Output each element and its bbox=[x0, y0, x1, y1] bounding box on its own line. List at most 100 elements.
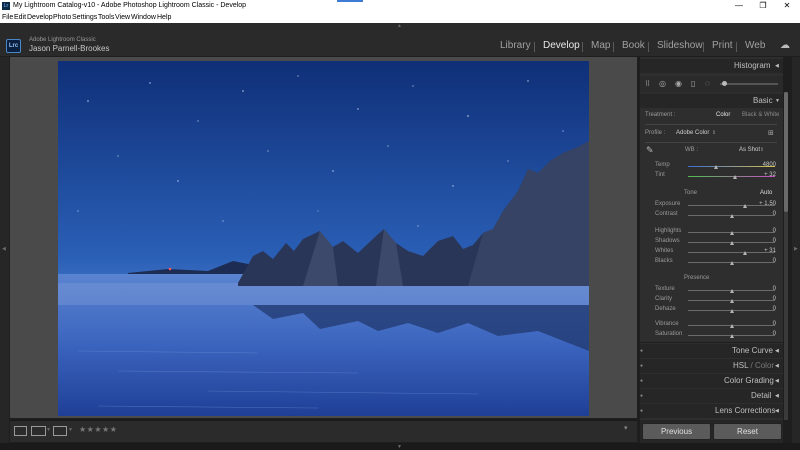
slider-knob[interactable] bbox=[729, 324, 734, 328]
loupe-view-icon[interactable] bbox=[14, 426, 27, 436]
lens-corrections-switch-icon[interactable]: ● bbox=[640, 408, 643, 414]
wb-dropdown[interactable]: As Shot bbox=[739, 147, 760, 153]
wb-arrows-icon[interactable]: ⇕ bbox=[760, 147, 764, 153]
color-grading-expand-icon[interactable]: ◀ bbox=[775, 378, 779, 384]
previous-button[interactable]: Previous bbox=[642, 423, 711, 440]
grid-tool-icon[interactable]: ⠿ bbox=[645, 80, 650, 88]
slider-knob[interactable] bbox=[729, 334, 734, 338]
slider-label: Tint bbox=[655, 172, 665, 178]
module-web[interactable]: Web bbox=[745, 40, 765, 51]
tool-slider-knob[interactable] bbox=[722, 81, 727, 86]
red-eye-icon[interactable]: ▯ bbox=[691, 79, 695, 88]
slider-knob[interactable] bbox=[729, 214, 734, 218]
toolbar-menu-icon[interactable]: ▾ bbox=[624, 424, 628, 432]
slider-value[interactable]: 0 bbox=[756, 321, 776, 327]
divider bbox=[645, 124, 777, 125]
spot-removal-icon[interactable]: ◉ bbox=[675, 79, 682, 88]
profile-arrows-icon[interactable]: ⇕ bbox=[712, 130, 716, 136]
auto-tone-button[interactable]: Auto bbox=[760, 190, 772, 196]
lens-corrections-expand-icon[interactable]: ◀ bbox=[775, 408, 779, 414]
module-library[interactable]: Library bbox=[500, 40, 531, 51]
window-title: My Lightroom Catalog-v10 - Adobe Photosh… bbox=[13, 2, 247, 9]
slider-value[interactable]: 0 bbox=[756, 306, 776, 312]
slider-knob[interactable] bbox=[713, 165, 718, 169]
menu-file[interactable]: File bbox=[2, 12, 13, 23]
before-after-view-icon[interactable] bbox=[31, 426, 46, 436]
module-develop[interactable]: Develop bbox=[543, 40, 580, 51]
slider-value[interactable]: 0 bbox=[756, 211, 776, 217]
slider-label: Exposure bbox=[655, 201, 681, 207]
top-panel-toggle-icon[interactable]: ▲ bbox=[397, 23, 402, 29]
view-dropdown-icon[interactable]: ▼ bbox=[46, 427, 51, 433]
module-book[interactable]: Book bbox=[622, 40, 645, 51]
color-grading-switch-icon[interactable]: ● bbox=[640, 378, 643, 384]
slider-knob[interactable] bbox=[729, 289, 734, 293]
tone-section-label: Tone bbox=[684, 190, 698, 196]
menu-settings[interactable]: Settings bbox=[72, 12, 97, 23]
slider-knob[interactable] bbox=[729, 309, 734, 313]
profile-browser-icon[interactable]: ⊞ bbox=[768, 129, 774, 137]
wb-eyedropper-icon[interactable]: ✎ bbox=[646, 145, 654, 156]
masking-icon[interactable]: ◌ bbox=[705, 79, 710, 88]
detail-switch-icon[interactable]: ● bbox=[640, 393, 643, 399]
detail-expand-icon[interactable]: ◀ bbox=[775, 393, 779, 399]
slider-value[interactable]: 0 bbox=[756, 228, 776, 234]
menu-window[interactable]: Window bbox=[131, 12, 156, 23]
basic-collapse-icon[interactable]: ▼ bbox=[775, 98, 780, 104]
title-accent bbox=[337, 0, 363, 2]
slider-value[interactable]: 0 bbox=[756, 238, 776, 244]
menu-help[interactable]: Help bbox=[157, 12, 171, 23]
slider-knob[interactable] bbox=[742, 204, 747, 208]
module-slideshow[interactable]: Slideshow bbox=[657, 40, 703, 51]
panel-scrollbar-thumb[interactable] bbox=[784, 92, 788, 212]
slider-value[interactable]: 0 bbox=[756, 296, 776, 302]
tone-curve-switch-icon[interactable]: ● bbox=[640, 348, 643, 354]
menu-tools[interactable]: Tools bbox=[98, 12, 114, 23]
left-panel-toggle-icon[interactable]: ◀ bbox=[2, 246, 6, 252]
slider-value[interactable]: 0 bbox=[756, 258, 776, 264]
menu-develop[interactable]: Develop bbox=[27, 12, 53, 23]
slider-value[interactable]: 4800 bbox=[756, 162, 776, 168]
menu-view[interactable]: View bbox=[115, 12, 130, 23]
hsl-expand-icon[interactable]: ◀ bbox=[775, 363, 779, 369]
menu-edit[interactable]: Edit bbox=[14, 12, 26, 23]
close-button[interactable]: ✕ bbox=[776, 0, 798, 12]
right-panel-toggle-icon[interactable]: ▶ bbox=[794, 246, 798, 252]
photo-preview[interactable] bbox=[58, 61, 589, 416]
slider-knob[interactable] bbox=[729, 299, 734, 303]
minimize-button[interactable]: — bbox=[728, 0, 750, 12]
before-after-swap-icon[interactable] bbox=[53, 426, 67, 436]
cloud-sync-icon[interactable]: ☁ bbox=[780, 40, 790, 51]
slider-value[interactable]: + 31 bbox=[756, 248, 776, 254]
hsl-switch-icon[interactable]: ● bbox=[640, 363, 643, 369]
slider-knob[interactable] bbox=[742, 251, 747, 255]
slider-knob[interactable] bbox=[729, 241, 734, 245]
swap-dropdown-icon[interactable]: ▼ bbox=[68, 427, 73, 433]
profile-dropdown[interactable]: Adobe Color bbox=[676, 130, 709, 136]
slider-knob[interactable] bbox=[729, 261, 734, 265]
menu-photo[interactable]: Photo bbox=[53, 12, 71, 23]
restore-button[interactable]: ❐ bbox=[752, 0, 774, 12]
star-rating[interactable]: ★★★★★ bbox=[79, 425, 117, 434]
slider-knob[interactable] bbox=[732, 175, 737, 179]
app-icon: Lr bbox=[2, 2, 10, 10]
reset-button[interactable]: Reset bbox=[713, 423, 782, 440]
product-name: Adobe Lightroom Classic bbox=[29, 37, 96, 43]
module-print[interactable]: Print bbox=[712, 40, 733, 51]
treatment-bw-button[interactable]: Black & White bbox=[742, 112, 779, 118]
tone-curve-expand-icon[interactable]: ◀ bbox=[775, 348, 779, 354]
histogram-collapse-icon[interactable]: ◀ bbox=[775, 63, 779, 69]
user-name: Jason Parnell-Brookes bbox=[29, 44, 110, 53]
treatment-color-button[interactable]: Color bbox=[716, 112, 730, 118]
slider-knob[interactable] bbox=[729, 231, 734, 235]
bottom-panel-toggle-icon[interactable]: ▼ bbox=[397, 444, 402, 450]
slider-value[interactable]: + 1.50 bbox=[756, 201, 776, 207]
module-separator bbox=[648, 42, 649, 52]
slider-label: Dehaze bbox=[655, 306, 676, 312]
slider-value[interactable]: 0 bbox=[756, 286, 776, 292]
slider-value[interactable]: + 32 bbox=[756, 172, 776, 178]
crop-tool-icon[interactable]: ◎ bbox=[659, 79, 666, 88]
tool-slider-track[interactable] bbox=[720, 83, 778, 85]
slider-value[interactable]: 0 bbox=[756, 331, 776, 337]
module-map[interactable]: Map bbox=[591, 40, 610, 51]
